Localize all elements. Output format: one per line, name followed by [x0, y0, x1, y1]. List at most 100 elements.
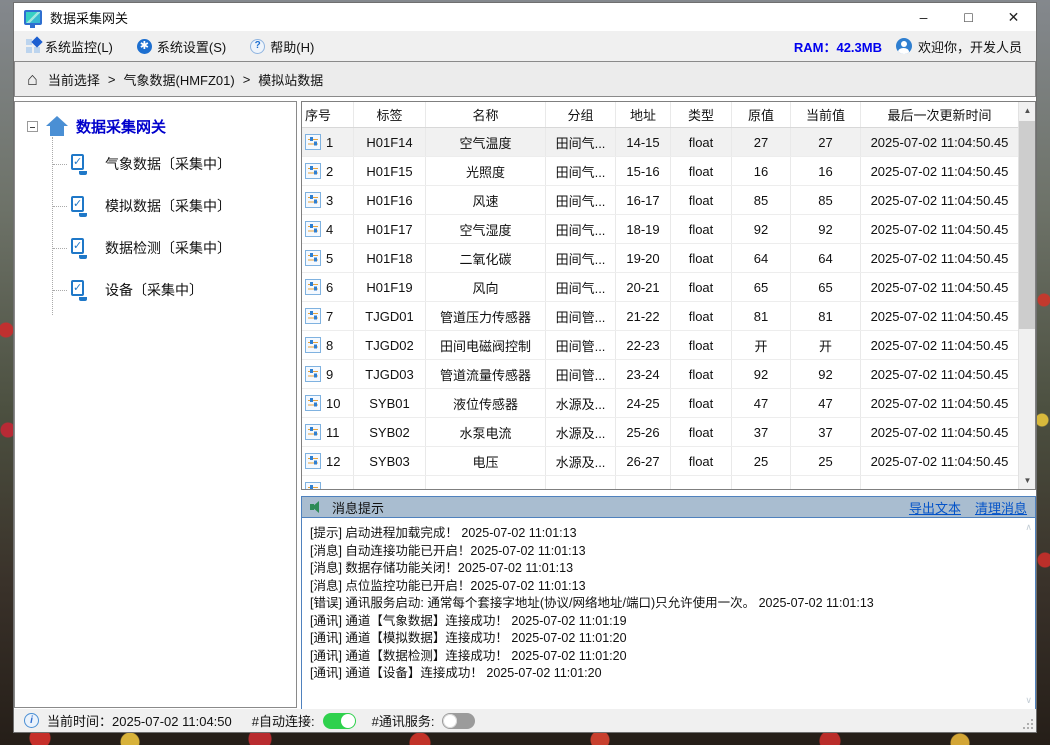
point-icon: [305, 395, 321, 411]
tree-item-2[interactable]: ✓数据检测〔采集中〕: [53, 227, 296, 269]
points-table: 序号标签名称分组地址类型原值当前值最后一次更新时间 1H01F14空气温度田间气…: [302, 102, 1018, 490]
tree-children: ✓气象数据〔采集中〕 ✓ 模拟数据〔采集中〕 ✓数据检测〔采集中〕✓设备〔采集中〕: [52, 137, 296, 315]
column-header-4[interactable]: 地址: [616, 102, 671, 127]
table-row[interactable]: [302, 476, 1018, 490]
cell-4: 18-19: [616, 215, 671, 243]
table-row[interactable]: 6H01F19风向田间气...20-21float65652025-07-02 …: [302, 273, 1018, 302]
cell-8: 2025-07-02 11:04:50.45: [861, 360, 1018, 388]
breadcrumb-item-page[interactable]: 模拟站数据: [258, 70, 323, 89]
title-bar[interactable]: 数据采集网关 – □ ✕: [14, 3, 1036, 31]
cell-4: 16-17: [616, 186, 671, 214]
point-icon: [305, 424, 321, 440]
table-row[interactable]: 5H01F18二氧化碳田间气...19-20float64642025-07-0…: [302, 244, 1018, 273]
cell-5: float: [671, 244, 732, 272]
table-row[interactable]: 11SYB02水泵电流水源及...25-26float37372025-07-0…: [302, 418, 1018, 447]
menu-system-settings[interactable]: ✱ 系统设置(S): [125, 31, 238, 61]
column-header-0[interactable]: 序号: [302, 102, 354, 127]
scroll-down-icon[interactable]: ▼: [1019, 472, 1036, 489]
cell-1: H01F18: [354, 244, 426, 272]
row-index: 5: [326, 251, 333, 266]
cell-4: 20-21: [616, 273, 671, 301]
msg-scroll-up-icon[interactable]: ∧: [1025, 522, 1032, 533]
table-row[interactable]: 2H01F15光照度田间气...15-16float16162025-07-02…: [302, 157, 1018, 186]
cell-1: SYB01: [354, 389, 426, 417]
column-header-5[interactable]: 类型: [671, 102, 732, 127]
row-index: 12: [326, 454, 340, 469]
ram-usage: RAM：42.3MB: [794, 37, 882, 56]
cell-6: 25: [732, 447, 791, 475]
table-scrollbar[interactable]: ▲ ▼: [1018, 102, 1035, 489]
table-row[interactable]: 10SYB01液位传感器水源及...24-25float47472025-07-…: [302, 389, 1018, 418]
auto-connect-toggle[interactable]: [323, 713, 356, 729]
cell-8: 2025-07-02 11:04:50.45: [861, 302, 1018, 330]
message-panel-header: 消息提示 导出文本 清理消息: [302, 497, 1035, 518]
menu-system-monitor[interactable]: 系统监控(L): [14, 31, 125, 61]
table-row[interactable]: 1H01F14空气温度田间气...14-15float27272025-07-0…: [302, 128, 1018, 157]
cell-1: H01F19: [354, 273, 426, 301]
column-header-6[interactable]: 原值: [732, 102, 791, 127]
cell-index: 8: [302, 331, 354, 359]
column-header-3[interactable]: 分组: [546, 102, 616, 127]
message-log[interactable]: ∧ ∨ [提示] 启动进程加载完成！ 2025-07-02 11:01:13[消…: [302, 518, 1035, 710]
breadcrumb-current-label: 当前选择: [48, 70, 100, 89]
table-row[interactable]: 12SYB03电压水源及...26-27float25252025-07-02 …: [302, 447, 1018, 476]
export-text-link[interactable]: 导出文本: [909, 498, 961, 517]
row-index: 2: [326, 164, 333, 179]
log-line: [错误] 通讯服务启动: 通常每个套接字地址(协议/网络地址/端口)只允许使用一…: [310, 595, 1015, 613]
maximize-button[interactable]: □: [946, 3, 991, 31]
minimize-button[interactable]: –: [901, 3, 946, 31]
row-index: 8: [326, 338, 333, 353]
column-header-7[interactable]: 当前值: [791, 102, 861, 127]
monitor-check-icon: ✓: [71, 195, 95, 217]
column-header-8[interactable]: 最后一次更新时间: [861, 102, 1018, 127]
cell-2: 管道压力传感器: [426, 302, 546, 330]
table-header-row: 序号标签名称分组地址类型原值当前值最后一次更新时间: [302, 102, 1018, 128]
cell-3: 田间管...: [546, 360, 616, 388]
tree-root-gateway[interactable]: 数据采集网关: [27, 116, 296, 137]
table-row[interactable]: 8TJGD02田间电磁阀控制田间管...22-23float开开2025-07-…: [302, 331, 1018, 360]
point-icon: [305, 366, 321, 382]
row-index: 6: [326, 280, 333, 295]
cell-1: H01F14: [354, 128, 426, 156]
close-button[interactable]: ✕: [991, 3, 1036, 31]
window-title: 数据采集网关: [50, 8, 128, 27]
table-row[interactable]: 7TJGD01管道压力传感器田间管...21-22float81812025-0…: [302, 302, 1018, 331]
cell-8: 2025-07-02 11:04:50.45: [861, 418, 1018, 446]
cell-2: [426, 476, 546, 490]
cell-8: 2025-07-02 11:04:50.45: [861, 186, 1018, 214]
comm-service-toggle[interactable]: [442, 713, 475, 729]
menu-help[interactable]: ? 帮助(H): [238, 31, 326, 61]
cell-8: 2025-07-02 11:04:50.45: [861, 215, 1018, 243]
tree-item-0[interactable]: ✓气象数据〔采集中〕: [53, 143, 296, 185]
cell-1: TJGD03: [354, 360, 426, 388]
cell-3: 水源及...: [546, 389, 616, 417]
column-header-2[interactable]: 名称: [426, 102, 546, 127]
table-row[interactable]: 4H01F17空气湿度田间气...18-19float92922025-07-0…: [302, 215, 1018, 244]
cell-6: 27: [732, 128, 791, 156]
cell-5: float: [671, 157, 732, 185]
resize-grip[interactable]: [1021, 717, 1033, 729]
column-header-1[interactable]: 标签: [354, 102, 426, 127]
cell-3: 田间气...: [546, 157, 616, 185]
tree-item-1[interactable]: ✓ 模拟数据〔采集中〕: [53, 185, 296, 227]
table-row[interactable]: 9TJGD03管道流量传感器田间管...23-24float92922025-0…: [302, 360, 1018, 389]
cell-1: SYB02: [354, 418, 426, 446]
breadcrumb-item-channel[interactable]: 气象数据(HMFZ01): [123, 70, 234, 89]
cell-4: 15-16: [616, 157, 671, 185]
msg-scroll-down-icon[interactable]: ∨: [1025, 695, 1032, 706]
tree-item-3[interactable]: ✓设备〔采集中〕: [53, 269, 296, 311]
cell-6: 92: [732, 215, 791, 243]
scrollbar-thumb[interactable]: [1019, 121, 1036, 329]
tree-item-label: 模拟数据〔采集中〕: [105, 196, 231, 216]
cell-4: 22-23: [616, 331, 671, 359]
clear-messages-link[interactable]: 清理消息: [975, 498, 1027, 517]
cell-5: float: [671, 447, 732, 475]
cell-4: 21-22: [616, 302, 671, 330]
scroll-up-icon[interactable]: ▲: [1019, 102, 1036, 119]
table-row[interactable]: 3H01F16风速田间气...16-17float85852025-07-02 …: [302, 186, 1018, 215]
log-line: [消息] 点位监控功能已开启！2025-07-02 11:01:13: [310, 578, 1015, 596]
collapse-icon[interactable]: [27, 121, 38, 132]
cell-7: 92: [791, 215, 861, 243]
cell-7: 92: [791, 360, 861, 388]
cell-7: 85: [791, 186, 861, 214]
